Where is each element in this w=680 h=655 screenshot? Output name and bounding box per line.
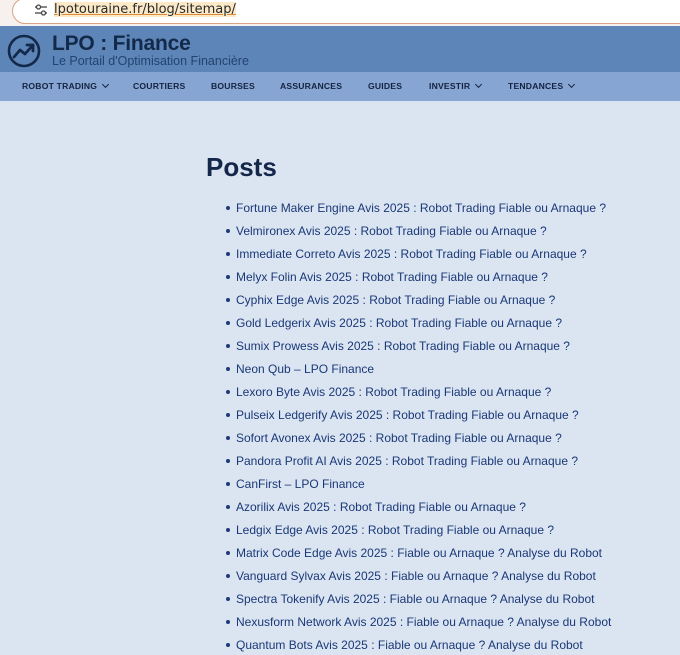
list-item: Vanguard Sylvax Avis 2025 : Fiable ou Ar… [225, 565, 611, 588]
post-link[interactable]: Sofort Avonex Avis 2025 : Robot Trading … [236, 431, 562, 445]
site-header: LPO : Finance Le Portail d'Optimisation … [0, 26, 680, 72]
chevron-down-icon [475, 80, 483, 89]
site-tagline: Le Portail d'Optimisation Financière [52, 54, 249, 68]
list-item: Cyphix Edge Avis 2025 : Robot Trading Fi… [225, 289, 611, 312]
post-link[interactable]: Fortune Maker Engine Avis 2025 : Robot T… [236, 201, 606, 215]
page-title: Posts [206, 152, 277, 182]
list-item: Quantum Bots Avis 2025 : Fiable ou Arnaq… [225, 634, 611, 655]
chevron-down-icon [568, 80, 576, 89]
nav-item-tendances[interactable]: TENDANCES [508, 80, 576, 91]
post-link[interactable]: Spectra Tokenify Avis 2025 : Fiable ou A… [236, 592, 594, 606]
post-link[interactable]: Lexoro Byte Avis 2025 : Robot Trading Fi… [236, 385, 551, 399]
post-link[interactable]: Gold Ledgerix Avis 2025 : Robot Trading … [236, 316, 562, 330]
post-link[interactable]: Pulseix Ledgerify Avis 2025 : Robot Trad… [236, 408, 579, 422]
site-settings-icon[interactable] [34, 3, 48, 17]
url-field[interactable]: lpotouraine.fr/blog/sitemap/ [12, 0, 680, 24]
post-link[interactable]: Sumix Prowess Avis 2025 : Robot Trading … [236, 339, 570, 353]
post-link[interactable]: Melyx Folin Avis 2025 : Robot Trading Fi… [236, 270, 548, 284]
nav-item-bourses[interactable]: BOURSES [211, 81, 255, 91]
post-link[interactable]: Neon Qub – LPO Finance [236, 362, 374, 376]
nav-item-courtiers[interactable]: COURTIERS [133, 81, 185, 91]
site-title[interactable]: LPO : Finance [52, 32, 191, 56]
post-link[interactable]: Azorilix Avis 2025 : Robot Trading Fiabl… [236, 500, 526, 514]
list-item: Velmironex Avis 2025 : Robot Trading Fia… [225, 220, 611, 243]
trend-up-logo-icon[interactable] [7, 34, 41, 68]
list-item: Pandora Profit AI Avis 2025 : Robot Trad… [225, 450, 611, 473]
list-item: Matrix Code Edge Avis 2025 : Fiable ou A… [225, 542, 611, 565]
post-link[interactable]: Pandora Profit AI Avis 2025 : Robot Trad… [236, 454, 578, 468]
post-link[interactable]: Cyphix Edge Avis 2025 : Robot Trading Fi… [236, 293, 555, 307]
post-link[interactable]: Velmironex Avis 2025 : Robot Trading Fia… [236, 224, 547, 238]
list-item: Pulseix Ledgerify Avis 2025 : Robot Trad… [225, 404, 611, 427]
list-item: Lexoro Byte Avis 2025 : Robot Trading Fi… [225, 381, 611, 404]
list-item: Ledgix Edge Avis 2025 : Robot Trading Fi… [225, 519, 611, 542]
chevron-down-icon [102, 80, 110, 89]
list-item: Fortune Maker Engine Avis 2025 : Robot T… [225, 197, 611, 220]
nav-item-assurances[interactable]: ASSURANCES [280, 81, 342, 91]
list-item: Spectra Tokenify Avis 2025 : Fiable ou A… [225, 588, 611, 611]
list-item: Sofort Avonex Avis 2025 : Robot Trading … [225, 427, 611, 450]
list-item: Immediate Correto Avis 2025 : Robot Trad… [225, 243, 611, 266]
post-link[interactable]: Quantum Bots Avis 2025 : Fiable ou Arnaq… [236, 638, 583, 652]
post-link[interactable]: Nexusform Network Avis 2025 : Fiable ou … [236, 615, 611, 629]
nav-item-investir[interactable]: INVESTIR [429, 80, 483, 91]
posts-list: Fortune Maker Engine Avis 2025 : Robot T… [225, 197, 611, 655]
list-item: Neon Qub – LPO Finance [225, 358, 611, 381]
post-link[interactable]: Matrix Code Edge Avis 2025 : Fiable ou A… [236, 546, 602, 560]
nav-item-robot-trading[interactable]: ROBOT TRADING [22, 80, 110, 91]
url-text: lpotouraine.fr/blog/sitemap/ [54, 2, 236, 17]
list-item: Azorilix Avis 2025 : Robot Trading Fiabl… [225, 496, 611, 519]
browser-address-bar: lpotouraine.fr/blog/sitemap/ [0, 0, 680, 26]
post-link[interactable]: CanFirst – LPO Finance [236, 477, 365, 491]
list-item: Sumix Prowess Avis 2025 : Robot Trading … [225, 335, 611, 358]
main-nav: ROBOT TRADING COURTIERS BOURSES ASSURANC… [0, 72, 680, 101]
list-item: Melyx Folin Avis 2025 : Robot Trading Fi… [225, 266, 611, 289]
nav-item-guides[interactable]: GUIDES [368, 81, 402, 91]
list-item: CanFirst – LPO Finance [225, 473, 611, 496]
post-link[interactable]: Vanguard Sylvax Avis 2025 : Fiable ou Ar… [236, 569, 596, 583]
post-link[interactable]: Ledgix Edge Avis 2025 : Robot Trading Fi… [236, 523, 554, 537]
post-link[interactable]: Immediate Correto Avis 2025 : Robot Trad… [236, 247, 587, 261]
list-item: Gold Ledgerix Avis 2025 : Robot Trading … [225, 312, 611, 335]
list-item: Nexusform Network Avis 2025 : Fiable ou … [225, 611, 611, 634]
